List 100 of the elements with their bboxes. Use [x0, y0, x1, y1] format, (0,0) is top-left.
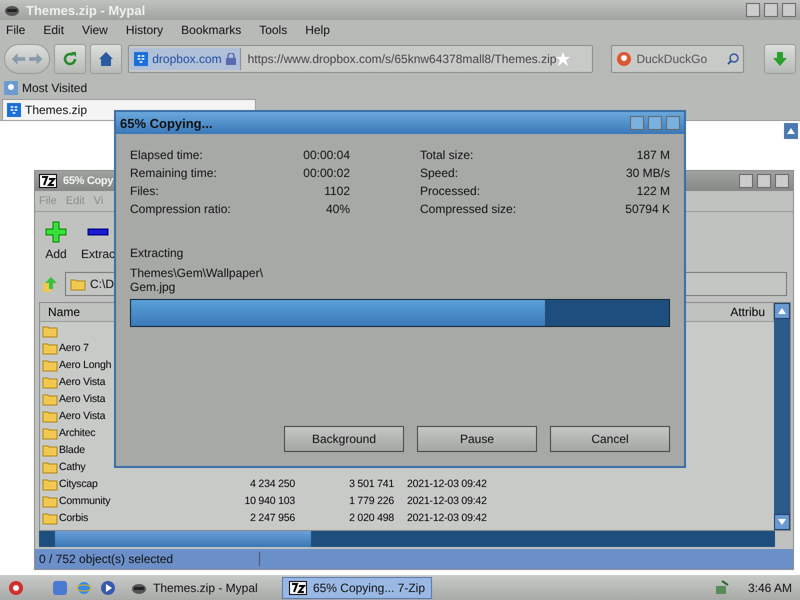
dialog-button[interactable]: Pause: [417, 426, 537, 452]
file-name[interactable]: Aero Vista: [59, 376, 106, 388]
folder-icon: [42, 374, 58, 388]
window-title: 65% Copy: [63, 175, 114, 187]
stat-label: Total size:: [420, 147, 474, 164]
stat-label: Speed:: [420, 165, 460, 182]
table-cell-text: 2 020 498: [348, 512, 394, 524]
menu-item[interactable]: History: [126, 23, 164, 37]
close-button[interactable]: [666, 116, 680, 130]
table-cell-text: 1 779 226: [348, 494, 394, 506]
stat-value: 187 M: [636, 147, 670, 164]
file-name[interactable]: Cityscap: [59, 478, 98, 490]
folder-icon: [42, 510, 58, 524]
reload-icon: [62, 51, 78, 67]
plus-icon: [45, 221, 67, 243]
table-cell-text: 2021-12-03 09:42: [406, 512, 487, 524]
download-button[interactable]: [764, 44, 796, 74]
close-button[interactable]: [782, 3, 796, 17]
bookmark-icon: [4, 81, 18, 95]
stat-value: 00:00:02: [303, 165, 350, 182]
file-path: Themes\Gem\Wallpaper\ Gem.jpg: [130, 266, 263, 294]
folder-icon: [70, 277, 86, 291]
file-name[interactable]: Aero 7: [59, 342, 89, 354]
file-name[interactable]: Aero Vista: [59, 410, 106, 422]
menu-item[interactable]: Bookmarks: [181, 23, 242, 37]
star-icon[interactable]: [556, 52, 570, 66]
address-bar[interactable]: dropbox.com https://www.dropbox.com/s/65knw64378mall8/Themes.zip: [128, 45, 594, 73]
folder-icon: [42, 460, 58, 474]
menu-item[interactable]: Help: [305, 23, 330, 37]
home-button[interactable]: [90, 44, 122, 74]
folder-icon: [42, 340, 58, 354]
globe-icon[interactable]: [76, 580, 92, 596]
download-icon: [772, 51, 788, 67]
play-icon[interactable]: [100, 580, 116, 596]
dialog-button[interactable]: Background: [284, 426, 404, 452]
file-name[interactable]: Corbis: [59, 512, 88, 524]
minimize-button[interactable]: [630, 116, 644, 130]
file-name[interactable]: Aero Vista: [59, 392, 106, 404]
dialog-button[interactable]: Cancel: [550, 426, 670, 452]
stat-value: 30 MB/s: [625, 165, 670, 182]
up-arrow-icon: [787, 128, 795, 134]
stat-value: 00:00:04: [303, 147, 350, 164]
file-name[interactable]: Community: [59, 494, 110, 506]
menu-item[interactable]: View: [82, 23, 108, 37]
archive-logo-icon: [39, 174, 57, 188]
bookmark-link[interactable]: Most Visited: [22, 81, 88, 95]
menu-item[interactable]: Edit: [43, 23, 64, 37]
archive-logo-icon: [289, 580, 307, 594]
close-button[interactable]: [775, 174, 789, 188]
table-cell-text: 2021-12-03 09:42: [406, 494, 487, 506]
down-arrow-icon[interactable]: [778, 519, 786, 525]
maximize-button[interactable]: [764, 3, 778, 17]
folder-icon: [42, 392, 58, 406]
folder-icon: [42, 476, 58, 490]
stat-label: Processed:: [420, 183, 482, 200]
box-logo-icon: [134, 52, 148, 66]
file-name[interactable]: Aero Longh: [59, 358, 112, 370]
status-text: 0 / 752 object(s) selected: [39, 552, 260, 566]
reload-button[interactable]: [54, 44, 86, 74]
table-cell-text: 2 247 956: [249, 512, 295, 524]
search-icon: [727, 53, 739, 65]
start-icon[interactable]: [8, 580, 24, 596]
back-button[interactable]: [4, 44, 50, 74]
menu-item[interactable]: File: [6, 23, 26, 37]
menu-item[interactable]: Tools: [259, 23, 288, 37]
stat-value: 1102: [323, 183, 350, 200]
folder-icon: [42, 426, 58, 440]
url-text: https://www.dropbox.com/s/65knw64378mall8/Themes.zip: [246, 52, 556, 66]
stat-value: 122 M: [636, 183, 670, 200]
quick-launch-icon[interactable]: [52, 580, 68, 596]
maximize-button[interactable]: [757, 174, 771, 188]
action-label: Extracting: [130, 246, 184, 260]
stat-value: 40%: [324, 201, 350, 218]
lock-icon: [226, 53, 236, 65]
taskbar-button[interactable]: Themes.zip - Mypal: [124, 576, 274, 598]
table-cell-text: 3 501 741: [348, 478, 394, 490]
add-button[interactable]: Add: [45, 221, 67, 261]
file-name[interactable]: Cathy: [59, 460, 86, 472]
file-name[interactable]: Blade: [59, 444, 85, 456]
stat-label: Remaining time:: [130, 165, 218, 182]
taskbar-button[interactable]: 65% Copying... 7-Zip: [282, 576, 432, 598]
home-icon: [98, 51, 114, 67]
table-cell-text: 2021-12-03 09:42: [406, 478, 487, 490]
folder-icon: [42, 494, 58, 508]
stat-label: Elapsed time:: [130, 147, 204, 164]
folder-icon: [42, 408, 58, 422]
minimize-button[interactable]: [739, 174, 753, 188]
scroll-up-button[interactable]: [784, 123, 798, 139]
table-cell-text: 10 940 103: [243, 494, 295, 506]
maximize-button[interactable]: [648, 116, 662, 130]
file-name[interactable]: Architec: [59, 426, 96, 438]
search-field[interactable]: DuckDuckGo: [611, 45, 744, 73]
minimize-button[interactable]: [746, 3, 760, 17]
vertical-scrollbar[interactable]: [774, 303, 790, 530]
stat-label: Compressed size:: [420, 201, 518, 218]
up-arrow-icon[interactable]: [778, 308, 786, 314]
site-identity[interactable]: dropbox.com: [130, 48, 241, 70]
table-cell-text: 4 234 250: [249, 478, 295, 490]
horizontal-scrollbar[interactable]: [39, 531, 775, 547]
extract-button[interactable]: Extrac: [81, 221, 116, 261]
